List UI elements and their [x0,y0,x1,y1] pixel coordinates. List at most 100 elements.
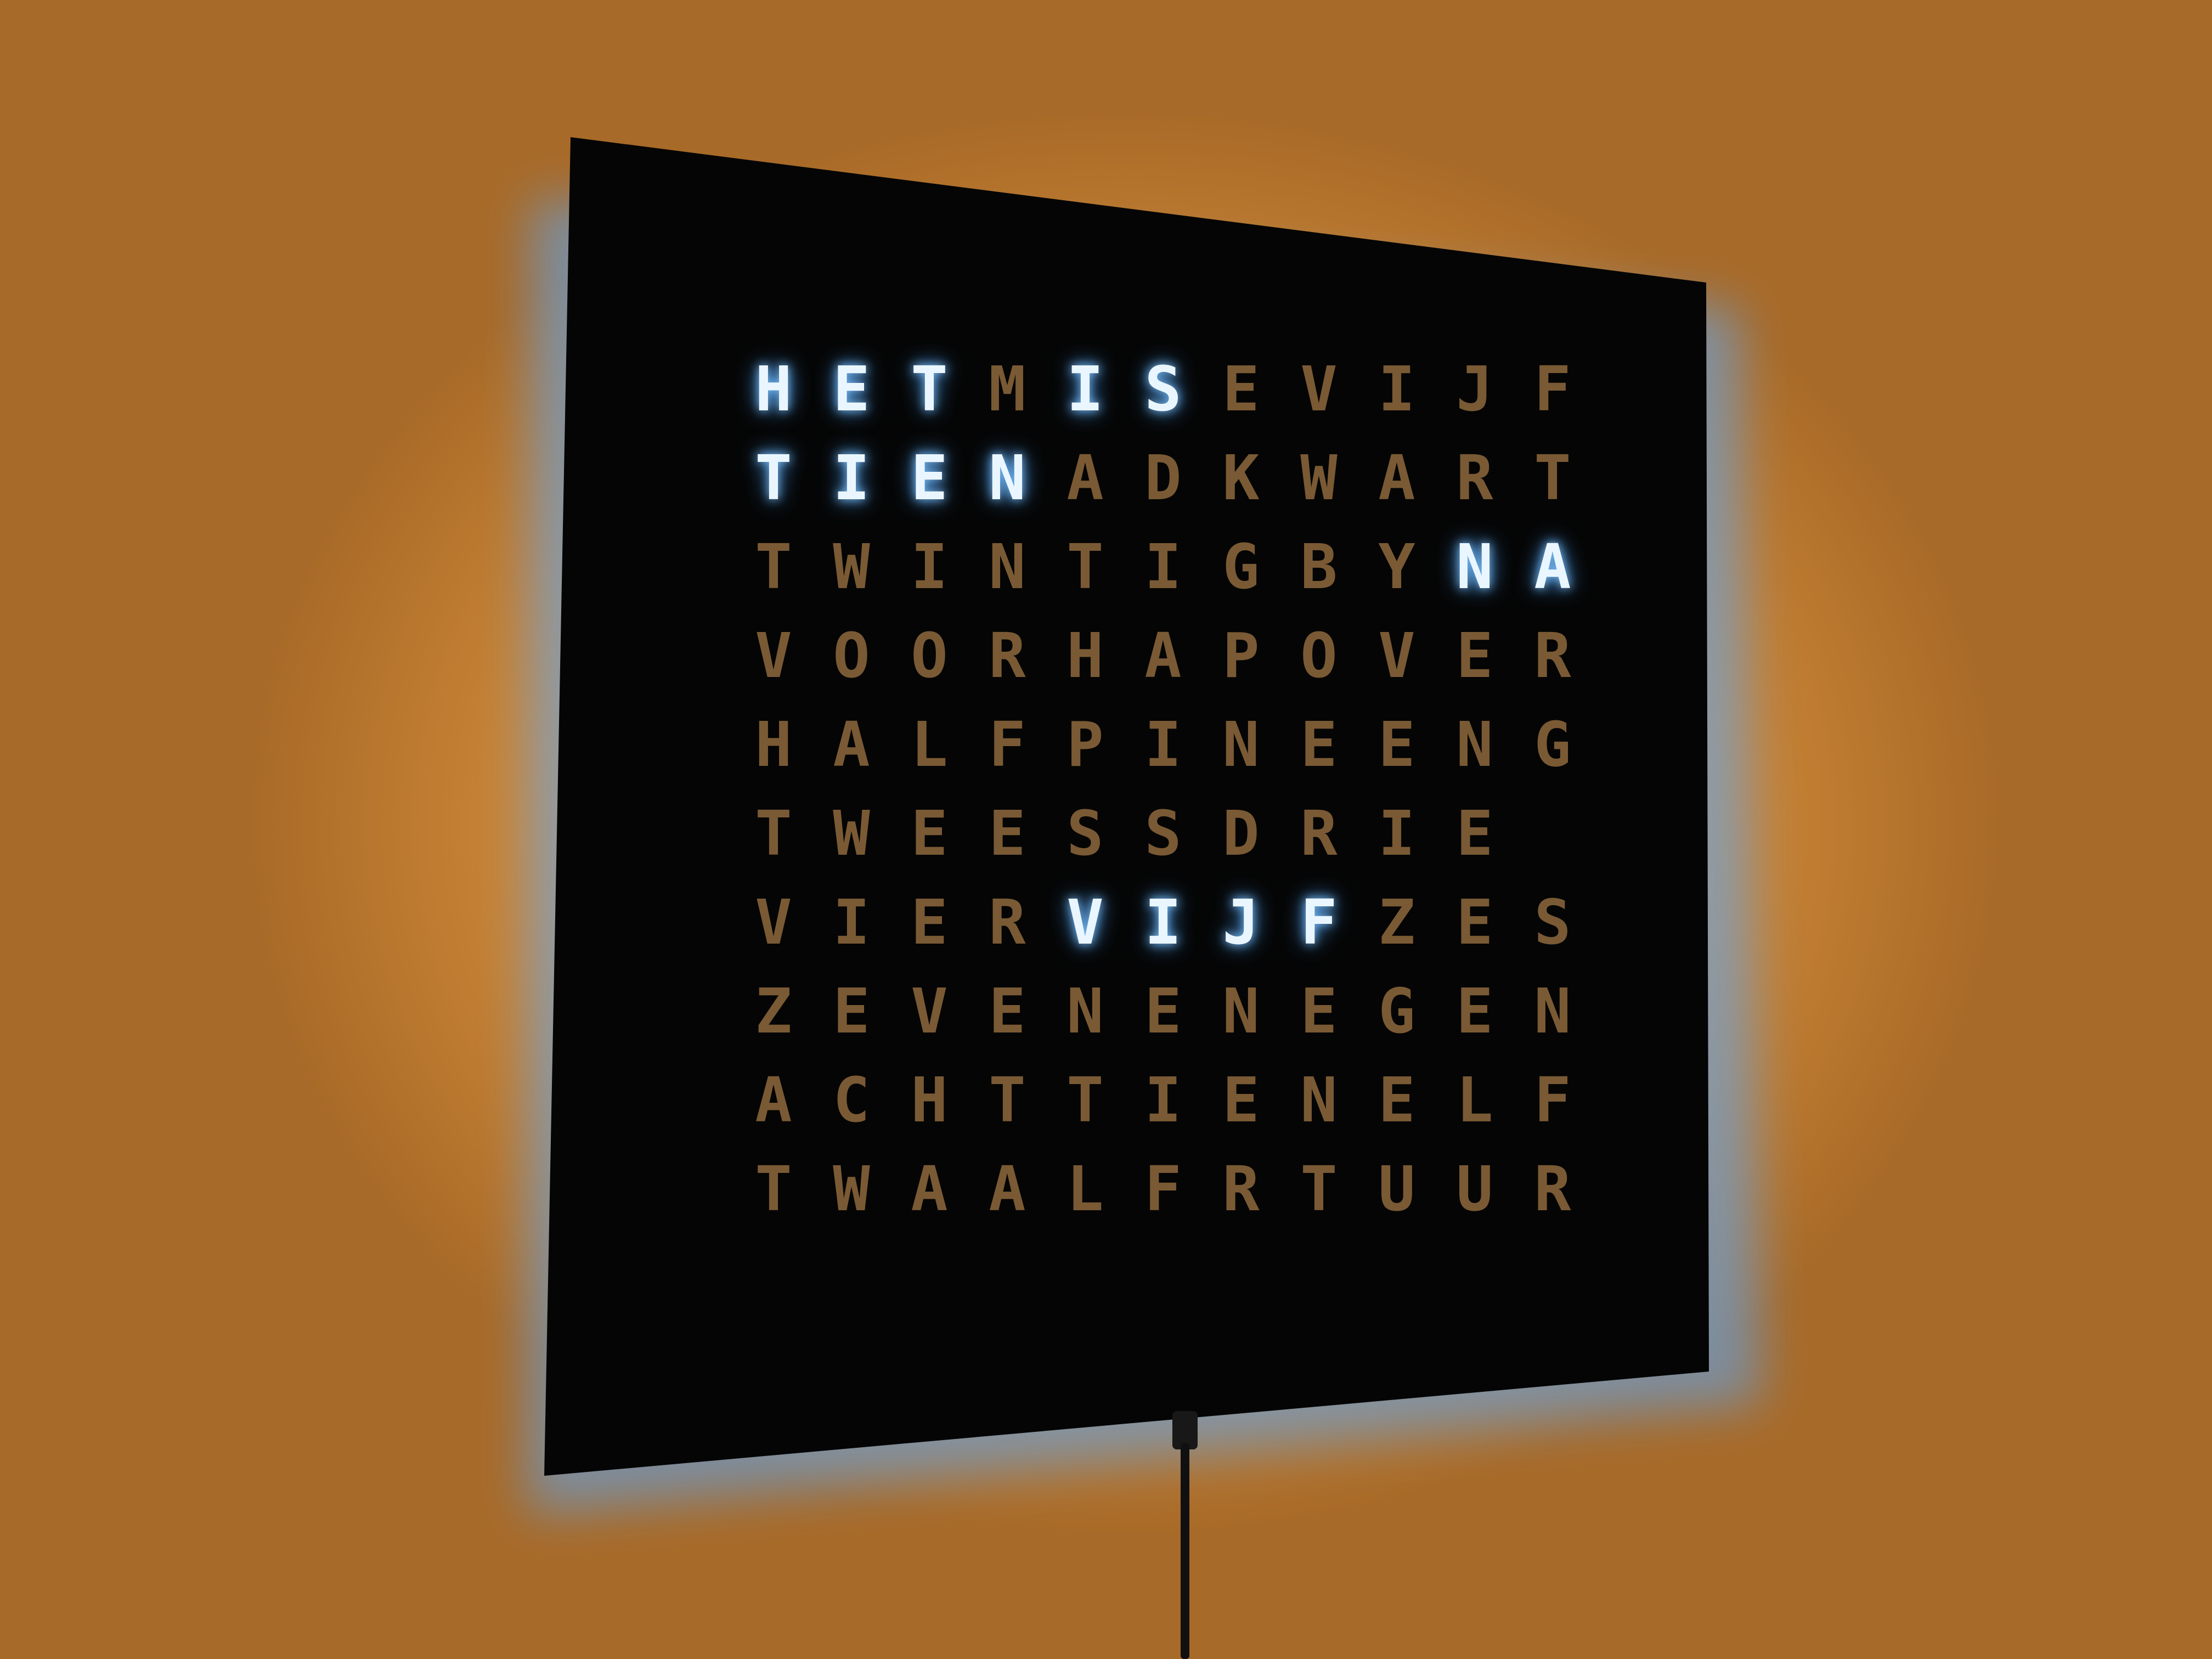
letter-row: ACHTTIENELF [735,1062,1613,1139]
lit-letter: N [1456,532,1493,603]
lit-letter: A [1534,532,1571,603]
dim-letter: R [989,887,1026,958]
dim-letter: S [1066,798,1104,870]
dim-letter: W [833,798,870,870]
dim-letter: R [1222,1154,1260,1225]
dim-letter: U [1378,1154,1415,1225]
dim-letter: I [911,532,948,603]
dim-letter: L [1066,1154,1104,1225]
dim-letter: V [755,620,792,692]
dim-letter: I [1378,354,1415,425]
power-cable [1181,1443,1189,1659]
dim-letter: H [1066,620,1104,692]
letter-row: TWAALFRTUUR [735,1151,1613,1228]
dim-letter: A [1378,443,1415,514]
dim-letter: D [1144,443,1182,514]
lit-letter: S [1144,354,1182,425]
dim-letter: P [1222,620,1260,692]
dim-letter: N [1222,709,1260,781]
dim-letter: I [1144,532,1182,603]
dim-letter: Y [1378,532,1415,603]
dim-letter: L [911,709,948,781]
dim-letter: E [833,976,870,1047]
letter-row: TWEESSDRIE [735,795,1613,872]
dim-letter: E [1378,1065,1415,1136]
lit-letter: F [1300,887,1338,958]
dim-letter: R [1300,798,1338,870]
dim-letter: F [1534,1065,1571,1136]
dim-letter: E [1456,798,1493,870]
dim-letter: A [989,1154,1026,1225]
dim-letter: E [989,976,1026,1047]
dim-letter: E [1300,709,1338,781]
dim-letter: Z [1378,887,1415,958]
dim-letter: A [1066,443,1104,514]
dim-letter: O [833,620,870,692]
dim-letter: S [1534,887,1571,958]
dim-letter: N [1222,976,1260,1047]
dim-letter: T [989,1065,1026,1136]
letter-row: HALFPINEENG [735,707,1613,783]
dim-letter: A [911,1154,948,1225]
dim-letter: N [1300,1065,1338,1136]
dim-letter: A [755,1065,792,1136]
dim-letter: N [1534,976,1571,1047]
dim-letter: K [1222,443,1260,514]
dim-letter: A [833,709,870,781]
lit-letter: I [1066,354,1104,425]
dim-letter: I [1378,798,1415,870]
dim-letter: E [911,887,948,958]
lit-letter: J [1222,887,1260,958]
dim-letter: N [989,532,1026,603]
dim-letter: J [1456,354,1493,425]
dim-letter: I [1144,709,1182,781]
dim-letter: C [833,1065,870,1136]
dim-letter: U [1456,1154,1493,1225]
dim-letter: G [1534,709,1571,781]
lit-letter: H [755,354,792,425]
dim-letter: V [911,976,948,1047]
dim-letter: P [1066,709,1104,781]
dim-letter: O [1300,620,1338,692]
dim-letter: W [833,532,870,603]
dim-letter: E [1456,887,1493,958]
dim-letter: V [755,887,792,958]
letter-row: VIERVIJFZES [735,884,1613,961]
lit-letter: N [989,443,1026,514]
dim-letter: F [1534,354,1571,425]
dim-letter: T [1066,1065,1104,1136]
dim-letter: T [1066,532,1104,603]
dim-letter: V [1300,354,1338,425]
lit-letter: T [755,443,792,514]
dim-letter: T [755,798,792,870]
dim-letter: T [1534,443,1571,514]
dim-letter: R [989,620,1026,692]
dim-letter: G [1378,976,1415,1047]
dim-letter: E [1300,976,1338,1047]
dim-letter: W [833,1154,870,1225]
dim-letter: H [755,709,792,781]
dim-letter: R [1534,1154,1571,1225]
dim-letter: R [1456,443,1493,514]
lit-letter: E [911,443,948,514]
dim-letter: O [911,620,948,692]
lit-letter: I [1144,887,1182,958]
dim-letter: E [1378,709,1415,781]
dim-letter: E [1222,354,1260,425]
dim-letter: W [1300,443,1338,514]
letter-row: TWINTIGBYNA [735,529,1613,606]
lit-letter: T [911,354,948,425]
dim-letter: F [989,709,1026,781]
dim-letter [1514,795,1591,872]
letter-row: HETMISEVIJF [735,351,1613,428]
lit-letter: E [833,354,870,425]
dim-letter: A [1144,620,1182,692]
letter-row: TIENADKWART [735,440,1613,517]
dim-letter: H [911,1065,948,1136]
dim-letter: M [989,354,1026,425]
dim-letter: N [1456,709,1493,781]
dim-letter: F [1144,1154,1182,1225]
dim-letter: E [1222,1065,1260,1136]
dim-letter: E [1456,976,1493,1047]
dim-letter: D [1222,798,1260,870]
